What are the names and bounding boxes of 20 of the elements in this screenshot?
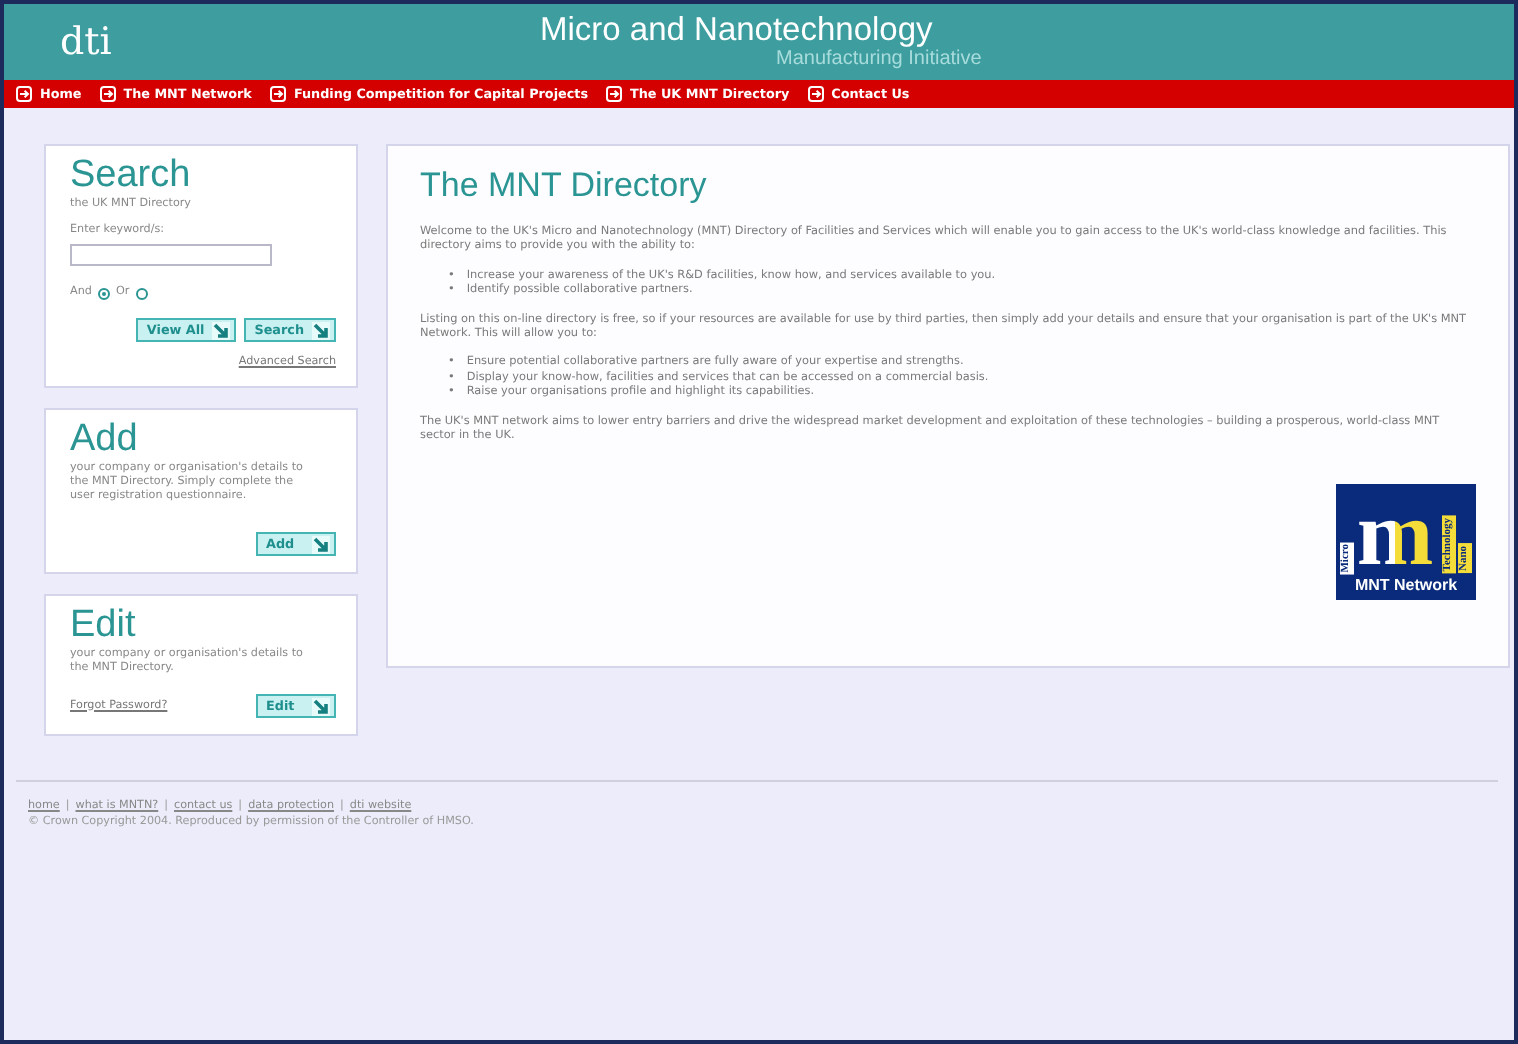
site-title: Micro and Nanotechnology bbox=[540, 12, 933, 49]
arrow-box-icon bbox=[807, 86, 824, 102]
site-subtitle: Manufacturing Initiative bbox=[776, 48, 982, 70]
card-title: Search bbox=[70, 154, 193, 197]
arrow-box-icon bbox=[269, 86, 286, 102]
arrow-icon bbox=[312, 321, 330, 339]
arrow-box-icon bbox=[99, 86, 116, 102]
card-title: Edit bbox=[70, 604, 138, 648]
arrow-box-icon bbox=[606, 86, 622, 102]
arrow-icon bbox=[212, 321, 231, 339]
card-title: Add bbox=[70, 418, 140, 462]
logo-caption: MNT Network bbox=[1354, 578, 1458, 593]
radio-button[interactable] bbox=[135, 287, 148, 299]
arrow-box-icon bbox=[16, 86, 32, 102]
arrow-icon bbox=[312, 535, 330, 553]
dti-logo: dti bbox=[60, 20, 112, 64]
radio-button[interactable] bbox=[97, 287, 110, 299]
arrow-icon bbox=[312, 697, 330, 715]
page-title: The MNT Directory bbox=[420, 166, 709, 206]
keyword-field[interactable] bbox=[70, 244, 272, 266]
